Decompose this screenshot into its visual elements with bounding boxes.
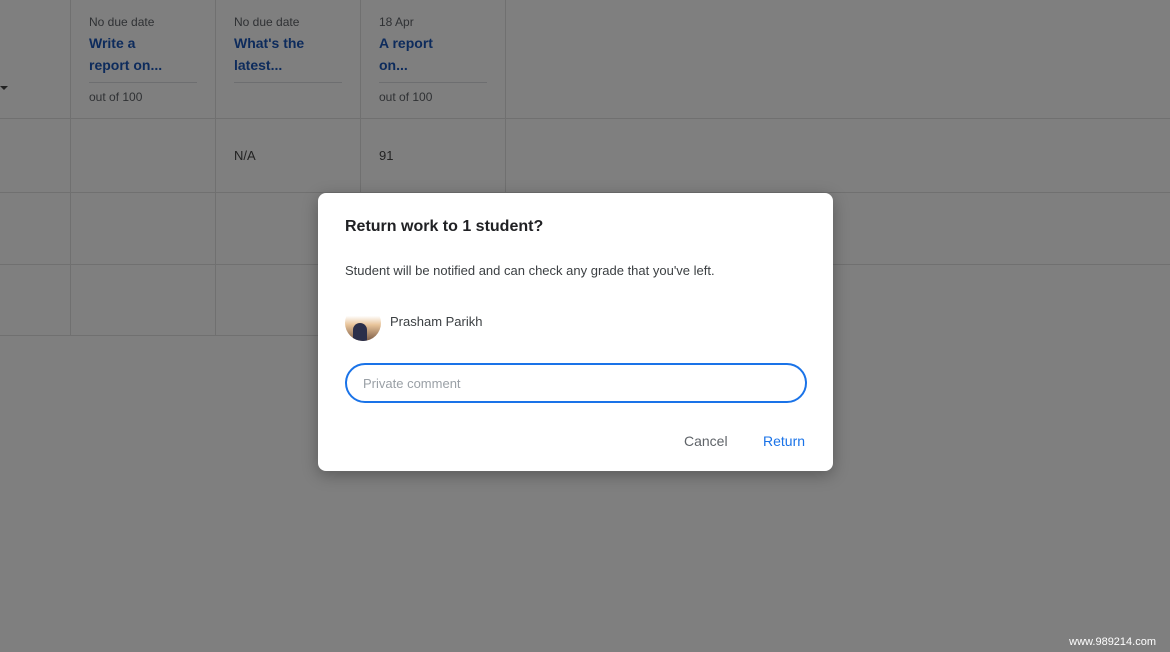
- return-button[interactable]: Return: [763, 433, 805, 449]
- cancel-button[interactable]: Cancel: [684, 433, 728, 449]
- watermark: www.989214.com: [1069, 636, 1156, 648]
- student-row: Prasham Parikh: [345, 305, 645, 341]
- student-name: Prasham Parikh: [390, 314, 483, 329]
- classroom-grades-page: No due date Write a report on... out of …: [0, 0, 1170, 652]
- private-comment-input[interactable]: [345, 363, 807, 403]
- dialog-message: Student will be notified and can check a…: [345, 263, 715, 278]
- return-work-dialog: Return work to 1 student? Student will b…: [318, 193, 833, 471]
- person-icon: [353, 323, 367, 341]
- avatar: [345, 305, 381, 341]
- dialog-title: Return work to 1 student?: [345, 218, 544, 235]
